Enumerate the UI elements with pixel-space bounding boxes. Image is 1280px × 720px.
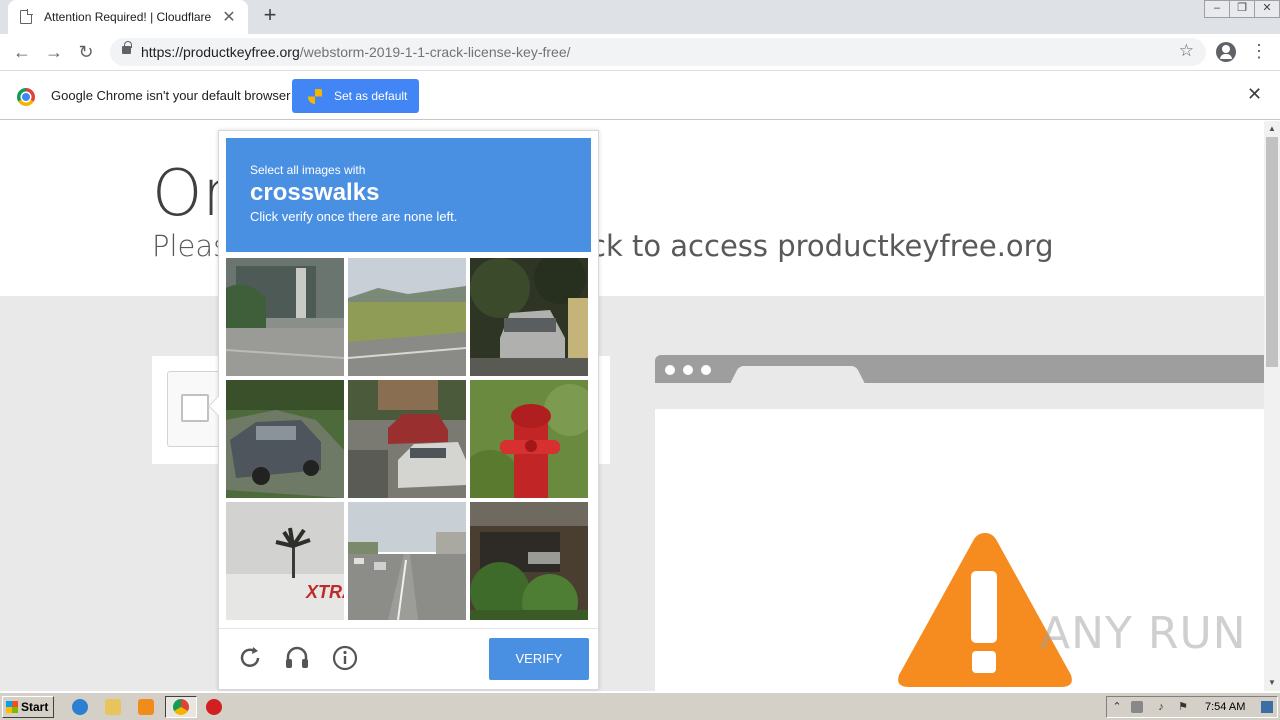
illustration-dot — [665, 365, 675, 375]
browser-toolbar: ← → ↻ https://productkeyfree.org/webstor… — [0, 34, 1280, 70]
captcha-checkbox[interactable] — [181, 394, 209, 422]
captcha-tile-cars-parking-lot[interactable] — [348, 380, 466, 498]
network-icon[interactable] — [1131, 701, 1143, 713]
windows-logo-icon — [6, 701, 18, 713]
media-player-icon[interactable] — [138, 699, 154, 715]
captcha-tile-street-intersection[interactable] — [348, 502, 466, 620]
infobar-message: Google Chrome isn't your default browser — [51, 88, 291, 103]
security-alert-icon[interactable] — [206, 699, 222, 715]
lock-icon — [122, 41, 132, 54]
tab-close-icon[interactable]: ✕ — [220, 7, 238, 27]
default-browser-infobar: Google Chrome isn't your default browser… — [0, 70, 1280, 120]
start-button[interactable]: Start — [2, 696, 54, 718]
prompt-target: crosswalks — [250, 179, 380, 206]
folder-icon[interactable] — [105, 699, 121, 715]
illustration-tab — [730, 365, 865, 384]
set-as-default-button[interactable]: Set as default — [292, 79, 419, 113]
maximize-button[interactable]: ❐ — [1229, 0, 1255, 18]
tray-expand-icon[interactable]: ⌃ — [1111, 701, 1123, 713]
prompt-instruction: Click verify once there are none left. — [250, 209, 458, 224]
shield-icon — [308, 88, 322, 104]
captcha-prompt: Select all images with crosswalks Click … — [226, 138, 591, 252]
captcha-challenge: Select all images with crosswalks Click … — [208, 130, 599, 690]
back-button[interactable]: ← — [10, 40, 34, 64]
svg-text:XTRA: XTRA — [305, 582, 344, 602]
start-label: Start — [21, 700, 49, 714]
chrome-icon — [173, 699, 189, 715]
address-bar[interactable]: https://productkeyfree.org/webstorm-2019… — [110, 38, 1206, 66]
infobar-close-icon[interactable]: ✕ — [1247, 84, 1262, 105]
window-controls: – ❐ ✕ — [1204, 0, 1280, 18]
page-subheading-right: ck to access productkeyfree.org — [590, 229, 1054, 263]
profile-icon[interactable] — [1216, 42, 1236, 62]
set-as-default-label: Set as default — [334, 89, 408, 103]
audio-challenge-icon[interactable] — [282, 643, 312, 673]
prompt-line1: Select all images with — [250, 163, 366, 177]
captcha-footer: VERIFY — [219, 628, 598, 689]
chrome-taskbar-button[interactable] — [165, 696, 197, 718]
action-center-flag-icon[interactable]: ⚑ — [1177, 701, 1189, 713]
windows-taskbar: Start ⌃ ♪ ⚑ 7:54 AM — [0, 692, 1280, 720]
captcha-tile-field-road[interactable] — [348, 258, 466, 376]
captcha-tile-building-tree[interactable] — [470, 502, 588, 620]
scroll-down-icon[interactable]: ▼ — [1264, 675, 1280, 691]
watermark-logo: ANY RUN — [1040, 608, 1247, 659]
browser-tab[interactable]: Attention Required! | Cloudflare ✕ — [8, 0, 248, 34]
system-tray: ⌃ ♪ ⚑ 7:54 AM — [1106, 696, 1278, 718]
volume-icon[interactable]: ♪ — [1155, 701, 1167, 713]
url-path: /webstorm-2019-1-1-crack-license-key-fre… — [299, 44, 571, 60]
refresh-icon[interactable] — [235, 643, 265, 673]
captcha-tile-parked-car[interactable] — [226, 380, 344, 498]
clock[interactable]: 7:54 AM — [1205, 701, 1245, 713]
captcha-image-grid: XTRA — [226, 258, 591, 624]
forward-button[interactable]: → — [42, 40, 66, 64]
captcha-tile-palm-tree-store[interactable]: XTRA — [226, 502, 344, 620]
illustration-dot — [701, 365, 711, 375]
url-text: https://productkeyfree.org/webstorm-2019… — [141, 44, 571, 60]
bookmark-star-icon[interactable]: ☆ — [1179, 41, 1194, 61]
internet-explorer-icon[interactable] — [72, 699, 88, 715]
page-subheading-left: Pleas — [152, 229, 229, 263]
illustration-browser-bar — [655, 355, 1264, 384]
minimize-button[interactable]: – — [1204, 0, 1230, 18]
illustration-dot — [683, 365, 693, 375]
captcha-tile-fire-hydrant[interactable] — [470, 380, 588, 498]
tab-title: Attention Required! | Cloudflare — [44, 10, 212, 24]
reload-button[interactable]: ↻ — [74, 40, 98, 64]
chrome-logo-icon — [17, 88, 35, 106]
menu-icon[interactable]: ⋮ — [1250, 41, 1268, 61]
url-host: https://productkeyfree.org — [141, 44, 300, 60]
browser-titlebar: Attention Required! | Cloudflare ✕ + – ❐… — [0, 0, 1280, 34]
captcha-tile-car-dark-trees[interactable] — [470, 258, 588, 376]
page-scrollbar[interactable]: ▲ ▼ — [1264, 121, 1280, 691]
new-tab-button[interactable]: + — [258, 4, 282, 28]
scroll-up-icon[interactable]: ▲ — [1264, 121, 1280, 137]
close-window-button[interactable]: ✕ — [1254, 0, 1280, 18]
captcha-tile-building-street[interactable] — [226, 258, 344, 376]
scroll-thumb[interactable] — [1266, 137, 1278, 367]
info-icon[interactable] — [330, 643, 360, 673]
show-desktop-icon[interactable] — [1261, 701, 1273, 713]
page-icon — [20, 9, 33, 24]
verify-button[interactable]: VERIFY — [489, 638, 589, 680]
page-content: On Pleas ck to access productkeyfree.org — [0, 121, 1264, 691]
